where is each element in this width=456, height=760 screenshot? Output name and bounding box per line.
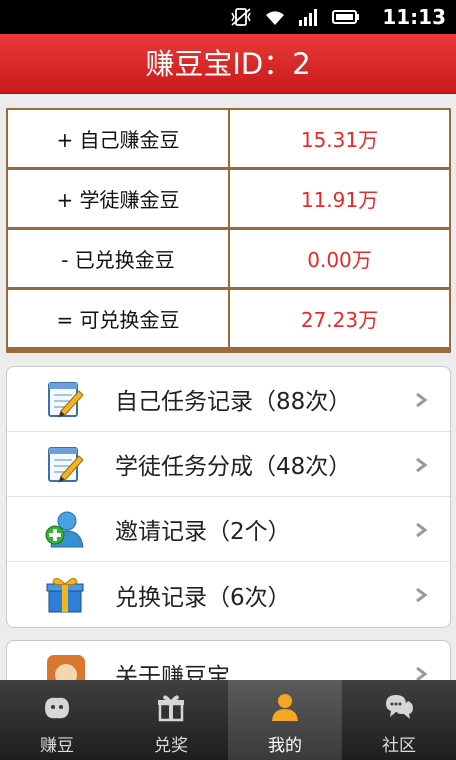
title-bar: 赚豆宝ID：2: [0, 34, 456, 94]
wifi-icon: [266, 11, 284, 25]
menu-item-label: 自己任务记录（88次）: [115, 389, 352, 415]
menu-item-label: 学徒任务分成（48次）: [115, 454, 352, 480]
status-bar: 11:13: [0, 0, 456, 34]
chevron-right-icon: [416, 457, 428, 473]
vibrate-off-icon: [231, 8, 251, 26]
tab-earn[interactable]: 赚豆: [0, 680, 114, 760]
bean-stats-table: + 自己赚金豆 15.31万 + 学徒赚金豆 11.91万 - 已兑换金豆 0.…: [6, 108, 451, 353]
notepad-pencil-icon: [48, 447, 84, 483]
chevron-right-icon: [416, 392, 428, 408]
chevron-right-icon: [416, 587, 428, 603]
stat-value: 0.00万: [230, 230, 449, 287]
gift-icon: [158, 695, 184, 722]
user-icon: [272, 694, 298, 721]
tab-label: 赚豆: [40, 736, 74, 756]
stat-label: + 自己赚金豆: [8, 110, 228, 167]
bottom-tab-bar: 赚豆 兑奖 我的 社区: [0, 680, 456, 760]
chevron-right-icon: [416, 522, 428, 538]
stat-row-self-earned: + 自己赚金豆 15.31万: [8, 110, 449, 167]
records-menu: 自己任务记录（88次） 学徒任务分成（48次） 邀请记录（2个） 兑换记录（6次…: [6, 366, 451, 628]
tab-label: 社区: [382, 736, 416, 756]
menu-item-label: 邀请记录（2个）: [115, 519, 291, 545]
battery-icon: [332, 10, 359, 24]
stat-label: = 可兑换金豆: [8, 290, 228, 347]
stat-value: 11.91万: [230, 170, 449, 227]
page-title: 赚豆宝ID：2: [145, 47, 311, 81]
stat-row-apprentice-earned: + 学徒赚金豆 11.91万: [8, 170, 449, 227]
stat-value: 15.31万: [230, 110, 449, 167]
stat-row-redeemed: - 已兑换金豆 0.00万: [8, 230, 449, 287]
stat-label: - 已兑换金豆: [8, 230, 228, 287]
menu-item-label: 兑换记录（6次）: [115, 584, 291, 611]
clock: 11:13: [382, 5, 446, 29]
bean-icon: [45, 697, 69, 719]
menu-item-self-task-records[interactable]: 自己任务记录（88次）: [7, 367, 450, 432]
chat-icon: [386, 695, 413, 719]
tab-mine[interactable]: 我的: [228, 680, 342, 760]
stat-label: + 学徒赚金豆: [8, 170, 228, 227]
status-icons: [230, 6, 360, 28]
tab-label: 我的: [268, 736, 302, 756]
stat-row-redeemable: = 可兑换金豆 27.23万: [8, 290, 449, 347]
gift-box-icon: [46, 578, 84, 613]
stat-value: 27.23万: [230, 290, 449, 347]
add-user-icon: [45, 511, 84, 548]
signal-icon: [299, 9, 317, 26]
notepad-pencil-icon: [48, 382, 84, 418]
tab-redeem[interactable]: 兑奖: [114, 680, 228, 760]
tab-community[interactable]: 社区: [342, 680, 456, 760]
menu-item-apprentice-task-share[interactable]: 学徒任务分成（48次）: [7, 432, 450, 497]
menu-item-redeem-records[interactable]: 兑换记录（6次）: [7, 562, 450, 627]
menu-item-invite-records[interactable]: 邀请记录（2个）: [7, 497, 450, 562]
tab-label: 兑奖: [154, 736, 188, 756]
